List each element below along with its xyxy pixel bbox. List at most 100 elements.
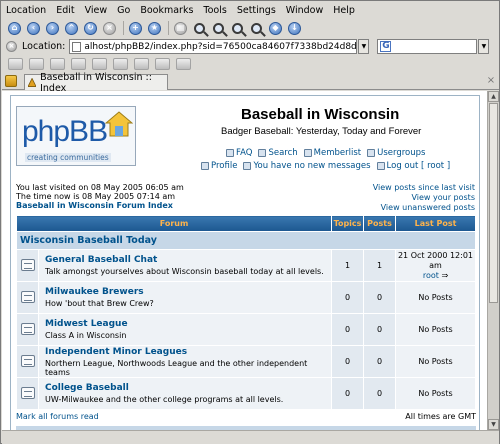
reload-button[interactable]: ↻ bbox=[82, 20, 99, 36]
tab-forum-index[interactable]: Baseball in Wisconsin :: Index bbox=[24, 72, 168, 94]
logout-icon bbox=[376, 162, 385, 170]
nav-row-secondary: Profile You have no new messages Log out… bbox=[201, 161, 456, 171]
nav-memberlist-link[interactable]: Memberlist bbox=[303, 148, 361, 158]
nav-logout-link[interactable]: Log out [ root ] bbox=[376, 161, 450, 171]
table-header-row: Forum Topics Posts Last Post bbox=[16, 215, 476, 232]
back-small-button[interactable] bbox=[8, 58, 23, 70]
nav-messages-link[interactable]: You have no new messages bbox=[243, 161, 371, 171]
zoom-reset-button[interactable] bbox=[248, 20, 265, 36]
unanswered-posts-link[interactable]: View unanswered posts bbox=[373, 203, 475, 213]
menu-tools[interactable]: Tools bbox=[203, 5, 226, 16]
home-icon: ⌂ bbox=[8, 21, 21, 35]
header-topics: Topics bbox=[331, 215, 364, 232]
zoom-out-button[interactable] bbox=[229, 20, 246, 36]
find-button[interactable] bbox=[191, 20, 208, 36]
search-input[interactable]: G bbox=[377, 39, 478, 54]
forum-folder-cell bbox=[16, 249, 39, 282]
forum-folder-cell bbox=[16, 377, 39, 410]
zoom-in-button[interactable] bbox=[210, 20, 227, 36]
print-button[interactable]: ▤ bbox=[172, 20, 189, 36]
scroll-thumb[interactable] bbox=[489, 103, 498, 303]
posts-count: 1 bbox=[363, 249, 396, 282]
table-row: General Baseball Chat Talk amongst yourse… bbox=[16, 249, 476, 282]
extra-small-button[interactable] bbox=[176, 58, 191, 70]
nav-usergroups-link[interactable]: Usergroups bbox=[367, 148, 425, 158]
menu-bookmarks[interactable]: Bookmarks bbox=[140, 5, 193, 16]
category-link[interactable]: Wisconsin Baseball Today bbox=[16, 231, 476, 250]
url-dropdown-button[interactable]: ▼ bbox=[358, 39, 370, 54]
last-post-date: 21 Oct 2000 12:01 am bbox=[397, 250, 474, 270]
bookmark-button[interactable]: ★ bbox=[146, 20, 163, 36]
new-tab-button[interactable]: + bbox=[127, 20, 144, 36]
reload-icon: ↻ bbox=[84, 21, 97, 35]
settings-small-button[interactable] bbox=[155, 58, 170, 70]
forum-folder-icon bbox=[20, 290, 35, 303]
posts-count: 0 bbox=[363, 345, 396, 378]
menu-view[interactable]: View bbox=[85, 5, 108, 16]
last-post-user-link[interactable]: root bbox=[423, 271, 439, 280]
forum-index-link[interactable]: Baseball in Wisconsin Forum Index bbox=[16, 201, 316, 210]
forum-favicon-icon bbox=[28, 78, 37, 87]
messages-icon bbox=[243, 162, 252, 170]
up-button[interactable]: ^ bbox=[63, 20, 80, 36]
stop-icon: × bbox=[103, 21, 116, 35]
last-post-cell: 21 Oct 2000 12:01 am root ⇒ bbox=[395, 249, 476, 282]
topics-count: 0 bbox=[331, 281, 364, 314]
close-tab-button[interactable]: × bbox=[485, 73, 497, 87]
horizontal-scrollbar[interactable] bbox=[2, 430, 499, 444]
forum-folder-cell bbox=[16, 313, 39, 346]
download-button[interactable]: ↓ bbox=[286, 20, 303, 36]
nav-profile-link[interactable]: Profile bbox=[201, 161, 237, 171]
home-small-button[interactable] bbox=[71, 58, 86, 70]
posts-count: 0 bbox=[363, 313, 396, 346]
menu-go[interactable]: Go bbox=[117, 5, 130, 16]
url-input[interactable]: alhost/phpBB2/index.php?sid=76500ca84607… bbox=[69, 39, 358, 54]
forum-name-link[interactable]: Midwest League bbox=[45, 319, 331, 329]
phpbb-logo[interactable]: phpBB creating communities bbox=[16, 106, 136, 166]
menu-window[interactable]: Window bbox=[286, 5, 323, 16]
menu-location[interactable]: Location bbox=[6, 5, 46, 16]
forum-name-link[interactable]: College Baseball bbox=[45, 383, 331, 393]
forum-frame: phpBB creating communities Baseball in W… bbox=[10, 95, 480, 430]
topics-count: 1 bbox=[331, 249, 364, 282]
security-button[interactable]: ◆ bbox=[267, 20, 284, 36]
posts-since-last-visit-link[interactable]: View posts since last visit bbox=[373, 183, 475, 193]
menu-help[interactable]: Help bbox=[333, 5, 355, 16]
nav-profile-label: Profile bbox=[211, 161, 238, 171]
forum-description: UW-Milwaukee and the other college progr… bbox=[45, 395, 284, 404]
stop-small-button[interactable] bbox=[113, 58, 128, 70]
scroll-down-arrow-icon[interactable]: ▼ bbox=[488, 419, 499, 430]
forum-name-link[interactable]: General Baseball Chat bbox=[45, 255, 331, 265]
nav-faq-link[interactable]: FAQ bbox=[226, 148, 252, 158]
forum-name-link[interactable]: Independent Minor Leagues bbox=[45, 347, 331, 357]
your-posts-link[interactable]: View your posts bbox=[373, 193, 475, 203]
forward-small-button[interactable] bbox=[29, 58, 44, 70]
vertical-scrollbar[interactable]: ▲ ▼ bbox=[487, 91, 499, 430]
home-button[interactable]: ⌂ bbox=[6, 20, 23, 36]
up-small-button[interactable] bbox=[50, 58, 65, 70]
clear-location-icon[interactable]: × bbox=[6, 41, 17, 52]
nav-search-link[interactable]: Search bbox=[258, 148, 298, 158]
forward-button[interactable]: › bbox=[44, 20, 61, 36]
search-icon bbox=[258, 149, 267, 157]
scroll-up-arrow-icon[interactable]: ▲ bbox=[488, 91, 499, 102]
back-button[interactable]: ‹ bbox=[25, 20, 42, 36]
location-bar: × Location: alhost/phpBB2/index.php?sid=… bbox=[2, 38, 499, 55]
last-post-cell: No Posts bbox=[395, 377, 476, 410]
tab-bar: Baseball in Wisconsin :: Index bbox=[2, 72, 499, 94]
forum-folder-icon bbox=[20, 258, 35, 271]
location-label: Location: bbox=[22, 41, 66, 52]
stop-button[interactable]: × bbox=[101, 20, 118, 36]
back-arrow-icon: ‹ bbox=[27, 21, 40, 35]
tools-small-button[interactable] bbox=[134, 58, 149, 70]
nav-faq-label: FAQ bbox=[236, 148, 253, 158]
view-latest-post-icon[interactable]: ⇒ bbox=[441, 271, 448, 280]
search-dropdown-button[interactable]: ▼ bbox=[478, 39, 490, 54]
mark-all-read-link[interactable]: Mark all forums read bbox=[16, 412, 99, 421]
reload-small-button[interactable] bbox=[92, 58, 107, 70]
bookmark-icon: ★ bbox=[148, 21, 161, 35]
forum-name-link[interactable]: Milwaukee Brewers bbox=[45, 287, 331, 297]
topics-count: 0 bbox=[331, 345, 364, 378]
menu-edit[interactable]: Edit bbox=[56, 5, 74, 16]
menu-settings[interactable]: Settings bbox=[237, 5, 276, 16]
